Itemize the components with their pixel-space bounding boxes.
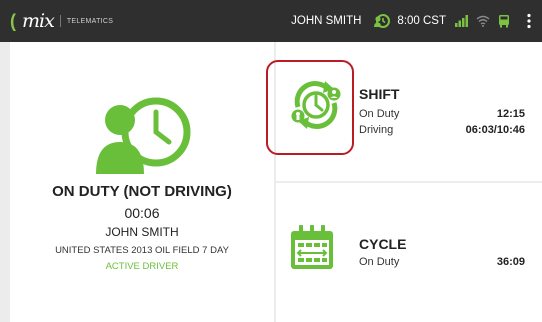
logo-divider <box>59 15 61 27</box>
more-vert-icon[interactable] <box>526 13 532 29</box>
shift-on-duty-label: On Duty <box>359 108 400 120</box>
mix-telematics-logo: ( mix TELEMATICS <box>10 9 113 33</box>
cycle-title: CYCLE <box>359 236 407 252</box>
driver-name: JOHN SMITH <box>105 225 179 239</box>
top-bar-time: 8:00 CST <box>397 15 446 27</box>
shift-driving-label: Driving <box>359 124 394 136</box>
vehicle-icon[interactable] <box>498 14 510 28</box>
duty-status-panel[interactable]: ON DUTY (NOT DRIVING) 00:06 JOHN SMITH U… <box>10 42 274 322</box>
shift-driving-value: 06:03/10:46 <box>465 124 525 136</box>
cycle-on-duty-value: 36:09 <box>496 256 525 268</box>
ruleset-label: UNITED STATES 2013 OIL FIELD 7 DAY <box>55 245 229 256</box>
active-driver-label: ACTIVE DRIVER <box>105 261 179 272</box>
on-duty-status-icon <box>82 92 202 179</box>
shift-title: SHIFT <box>359 86 400 102</box>
duty-elapsed-time: 00:06 <box>124 205 160 221</box>
wifi-icon <box>476 15 490 27</box>
cycle-on-duty-label: On Duty <box>359 256 400 268</box>
shift-on-duty-value: 12:15 <box>496 108 525 120</box>
clock-person-icon[interactable] <box>373 12 391 30</box>
logo-text: mix <box>22 10 55 32</box>
shift-icon[interactable] <box>289 77 343 138</box>
logo-subtitle: TELEMATICS <box>66 17 114 25</box>
top-bar-status-area: JOHN SMITH 8:00 CST <box>291 0 532 42</box>
signal-icon <box>454 14 468 28</box>
duty-status-title: ON DUTY (NOT DRIVING) <box>52 183 232 200</box>
top-bar-driver-name[interactable]: JOHN SMITH <box>291 15 361 27</box>
top-bar: ( mix TELEMATICS JOHN SMITH 8:00 CST <box>0 0 542 42</box>
calendar-icon[interactable] <box>289 224 335 277</box>
logo-paren-glyph: ( <box>10 10 16 31</box>
